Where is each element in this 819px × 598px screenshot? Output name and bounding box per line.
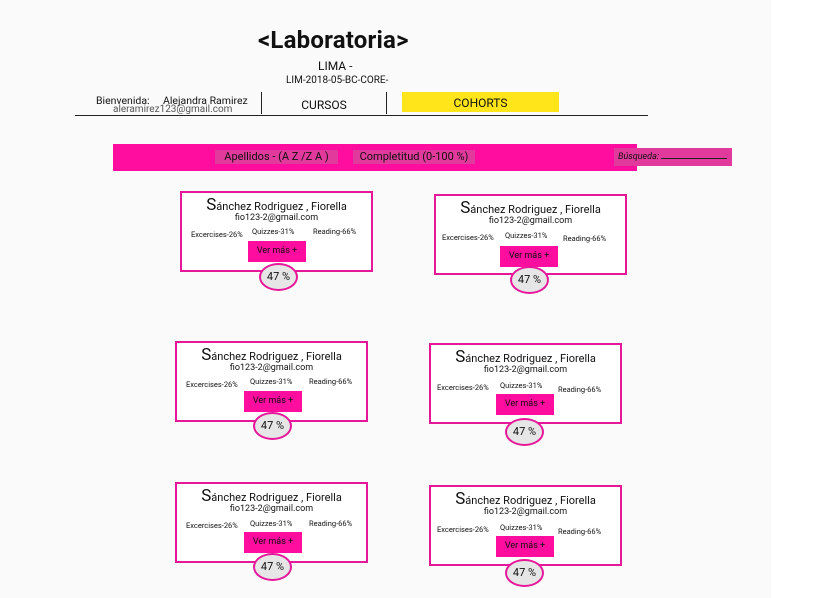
student-name: Sánchez Rodriguez , Fiorella (460, 198, 601, 218)
completion-badge: 47 % (510, 266, 549, 294)
cursos-tab[interactable]: CURSOS (262, 98, 386, 112)
filter-bar: Apellidos - (A Z /Z A ) Completitud (0-1… (113, 144, 732, 171)
student-name: Sánchez Rodriguez , Fiorella (201, 486, 342, 506)
sort-by-completion-button[interactable]: Completitud (0-100 %) (353, 150, 475, 164)
reading-stat: Reading-66% (309, 519, 353, 528)
page-canvas: <Laboratoria> LIMA - LIM-2018-05-BC-CORE… (0, 0, 771, 598)
completion-badge: 47 % (259, 263, 298, 291)
search-input[interactable]: Búsqueda: (614, 148, 732, 166)
exercises-stat: Excercises-26% (437, 525, 489, 534)
student-name: Sánchez Rodriguez , Fiorella (455, 489, 596, 509)
student-email: fio123-2@gmail.com (483, 365, 568, 375)
student-name: Sánchez Rodriguez , Fiorella (201, 345, 342, 365)
quizzes-stat: Quizzes-31% (500, 381, 543, 390)
ver-mas-button[interactable]: Ver más + (244, 391, 302, 412)
student-email: fio123-2@gmail.com (488, 216, 573, 226)
cohorts-tab[interactable]: COHORTS (402, 92, 559, 112)
completion-badge: 47 % (505, 559, 544, 587)
quizzes-stat: Quizzes-31% (250, 377, 293, 386)
student-email: fio123-2@gmail.com (229, 504, 314, 514)
ver-mas-button[interactable]: Ver más + (496, 536, 554, 557)
reading-stat: Reading-66% (313, 227, 357, 236)
ver-mas-button[interactable]: Ver más + (244, 532, 302, 553)
completion-badge: 47 % (253, 412, 292, 440)
cohort-code: LIM-2018-05-BC-CORE- (286, 75, 389, 86)
student-card: Sánchez Rodriguez , Fiorella fio123-2@gm… (429, 343, 622, 424)
student-email: fio123-2@gmail.com (229, 363, 314, 373)
search-label: Búsqueda: (618, 152, 659, 162)
student-card: Sánchez Rodriguez , Fiorella fio123-2@gm… (434, 194, 627, 275)
search-field-line (661, 150, 728, 159)
exercises-stat: Excercises-26% (191, 230, 243, 239)
exercises-stat: Excercises-26% (186, 521, 238, 530)
ver-mas-button[interactable]: Ver más + (248, 241, 306, 262)
quizzes-stat: Quizzes-31% (252, 227, 295, 236)
quizzes-stat: Quizzes-31% (250, 519, 293, 528)
student-name: Sánchez Rodriguez , Fiorella (455, 347, 596, 367)
student-card: Sánchez Rodriguez , Fiorella fio123-2@gm… (180, 191, 373, 272)
city-label: LIMA - (318, 59, 353, 73)
completion-badge: 47 % (253, 553, 292, 581)
sort-by-surname-button[interactable]: Apellidos - (A Z /Z A ) (215, 150, 338, 164)
reading-stat: Reading-66% (309, 377, 353, 386)
reading-stat: Reading-66% (558, 385, 602, 394)
reading-stat: Reading-66% (563, 234, 607, 243)
quizzes-stat: Quizzes-31% (500, 523, 543, 532)
student-email: fio123-2@gmail.com (483, 507, 568, 517)
header-divider (386, 92, 387, 114)
student-card: Sánchez Rodriguez , Fiorella fio123-2@gm… (175, 482, 368, 563)
student-email: fio123-2@gmail.com (234, 213, 319, 223)
ver-mas-button[interactable]: Ver más + (496, 394, 554, 415)
exercises-stat: Excercises-26% (437, 383, 489, 392)
user-email: aleramirez123@gmail.com (113, 104, 233, 115)
exercises-stat: Excercises-26% (186, 380, 238, 389)
completion-badge: 47 % (505, 418, 544, 446)
student-card: Sánchez Rodriguez , Fiorella fio123-2@gm… (175, 341, 368, 422)
laboratoria-logo: <Laboratoria> (258, 26, 409, 54)
student-card: Sánchez Rodriguez , Fiorella fio123-2@gm… (429, 485, 622, 566)
reading-stat: Reading-66% (558, 527, 602, 536)
header-underline (75, 115, 648, 116)
exercises-stat: Excercises-26% (442, 233, 494, 242)
quizzes-stat: Quizzes-31% (505, 231, 548, 240)
student-name: Sánchez Rodriguez , Fiorella (206, 195, 347, 215)
ver-mas-button[interactable]: Ver más + (500, 246, 558, 267)
